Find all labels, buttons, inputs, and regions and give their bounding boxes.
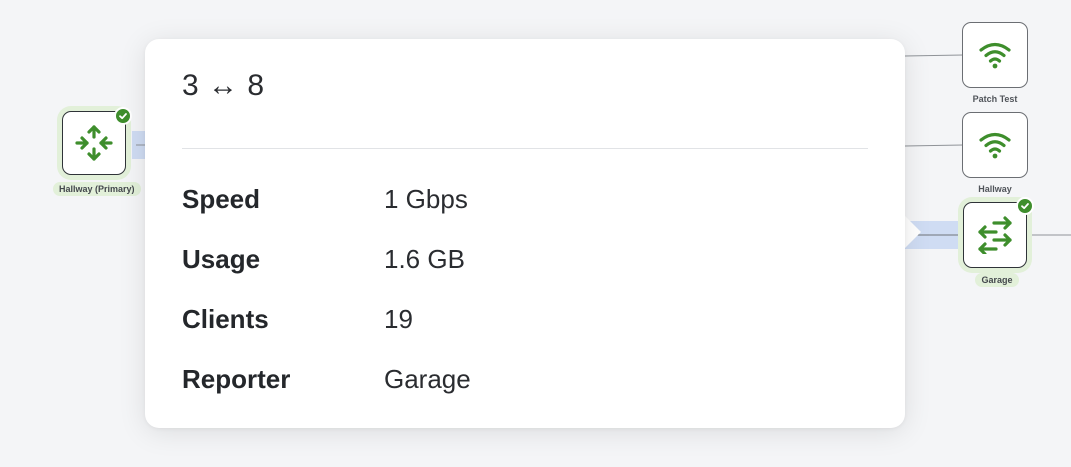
node-label: Patch Test <box>972 94 1018 104</box>
link-patch-test[interactable] <box>904 54 964 57</box>
node-label: Hallway <box>978 184 1012 194</box>
switch-arrows-icon <box>978 216 1012 254</box>
node-patch-test[interactable]: Patch Test <box>962 22 1028 106</box>
move-arrows-icon <box>75 125 113 161</box>
online-check-icon <box>114 107 132 125</box>
detail-value: 19 <box>384 304 413 334</box>
link-details-tooltip: 3 ↔ 8 Speed 1 Gbps Usage 1.6 GB Clients … <box>145 39 905 428</box>
wifi-icon <box>979 42 1011 69</box>
detail-row-speed: Speed 1 Gbps <box>182 184 868 220</box>
detail-key: Clients <box>182 304 269 334</box>
detail-value: Garage <box>384 364 471 394</box>
node-label: Hallway (Primary) <box>53 182 141 196</box>
detail-key: Speed <box>182 184 261 214</box>
detail-row-clients: Clients 19 <box>182 304 868 340</box>
tooltip-title: 3 ↔ 8 <box>182 69 265 102</box>
detail-row-usage: Usage 1.6 GB <box>182 244 868 280</box>
tooltip-arrow <box>904 215 921 249</box>
node-hallway-primary[interactable]: Hallway (Primary) <box>53 104 141 200</box>
detail-value: 1.6 GB <box>384 244 465 274</box>
access-point-device-tile[interactable] <box>962 22 1028 88</box>
wifi-icon <box>979 132 1011 159</box>
access-point-device-tile[interactable] <box>962 112 1028 178</box>
topology-canvas[interactable]: Hallway (Primary) Patch Test Hallway Gar… <box>0 0 1071 467</box>
detail-key: Reporter <box>182 364 291 394</box>
detail-value: 1 Gbps <box>384 184 468 214</box>
node-garage[interactable]: Garage <box>954 195 1038 291</box>
link-hallway[interactable] <box>904 144 964 147</box>
tooltip-divider <box>182 148 868 149</box>
node-hallway[interactable]: Hallway <box>962 112 1028 196</box>
detail-row-reporter: Reporter Garage <box>182 364 868 400</box>
detail-key: Usage <box>182 244 261 274</box>
online-check-icon <box>1016 197 1034 215</box>
node-label: Garage <box>954 273 1040 287</box>
